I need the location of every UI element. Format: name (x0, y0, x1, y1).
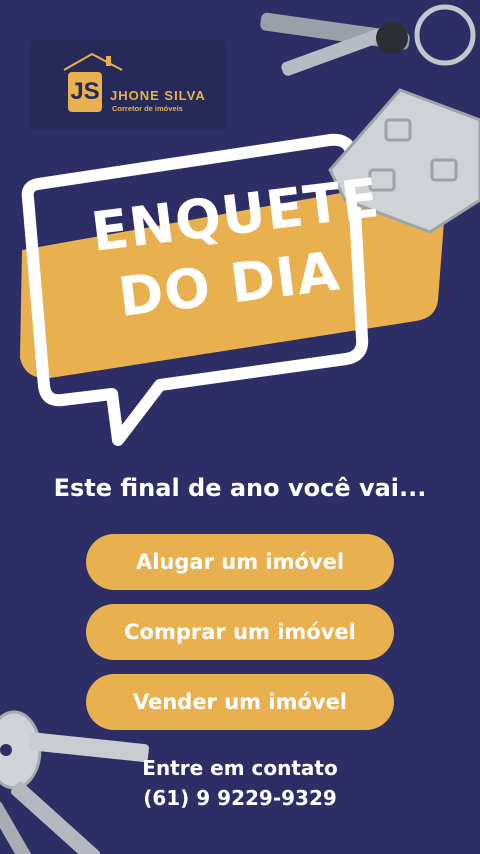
brand-subtitle: Corretor de imóveis (112, 104, 183, 113)
keys-bottom-icon (0, 710, 149, 854)
option-alugar-button[interactable]: Alugar um imóvel (86, 534, 394, 590)
house-roof-icon (63, 52, 123, 71)
keys-icon (260, 4, 476, 76)
brand-monogram: JS (68, 72, 102, 112)
headline: ENQUETE DO DIA (88, 166, 383, 335)
brand-name: JHONE SILVA (110, 88, 206, 103)
option-comprar-button[interactable]: Comprar um imóvel (86, 604, 394, 660)
contact-phone[interactable]: (61) 9 9229-9329 (120, 786, 360, 810)
option-vender-button[interactable]: Vender um imóvel (86, 674, 394, 730)
contact-label: Entre em contato (142, 756, 338, 780)
poll-question: Este final de ano você vai... (53, 474, 427, 502)
brand-logo: JS JHONE SILVA Corretor de imóveis (30, 40, 226, 130)
